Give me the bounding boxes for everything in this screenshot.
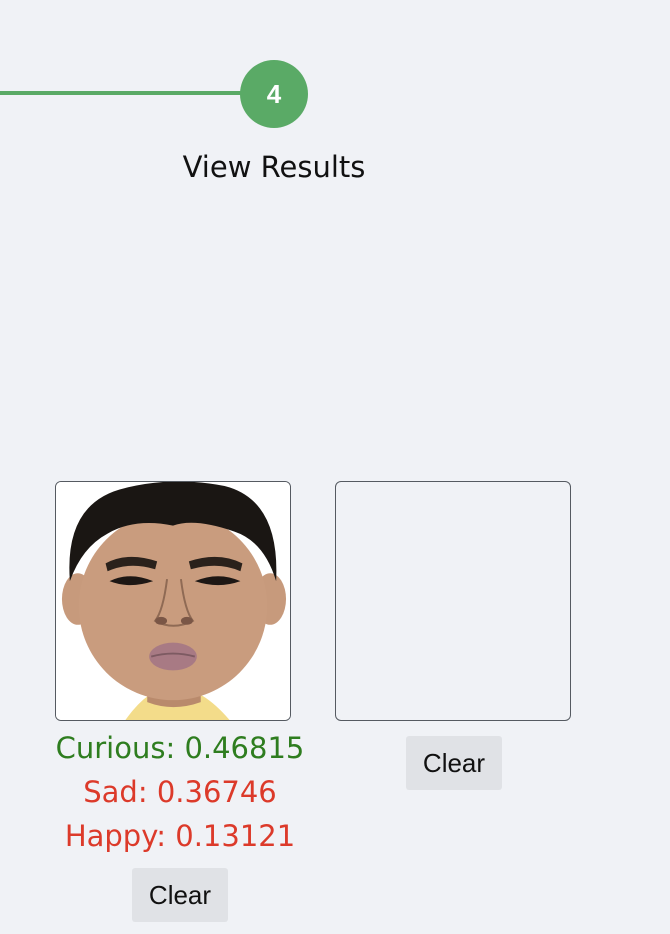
step-number: 4 xyxy=(266,78,282,109)
prediction-results: Curious: 0.46815 Sad: 0.36746 Happy: 0.1… xyxy=(30,726,330,858)
face-photo xyxy=(56,482,290,720)
result-line-2: Sad: 0.36746 xyxy=(83,775,277,809)
image-slot-2[interactable] xyxy=(335,481,571,721)
step-label: View Results xyxy=(182,150,366,184)
clear-button-2[interactable]: Clear xyxy=(406,736,502,790)
step-4-circle: 4 xyxy=(240,60,308,128)
result-line-3: Happy: 0.13121 xyxy=(64,819,296,853)
result-line-1: Curious: 0.46815 xyxy=(55,731,305,765)
clear-button-1[interactable]: Clear xyxy=(132,868,228,922)
image-slot-1[interactable] xyxy=(55,481,291,721)
stepper-progress-line xyxy=(0,91,248,95)
